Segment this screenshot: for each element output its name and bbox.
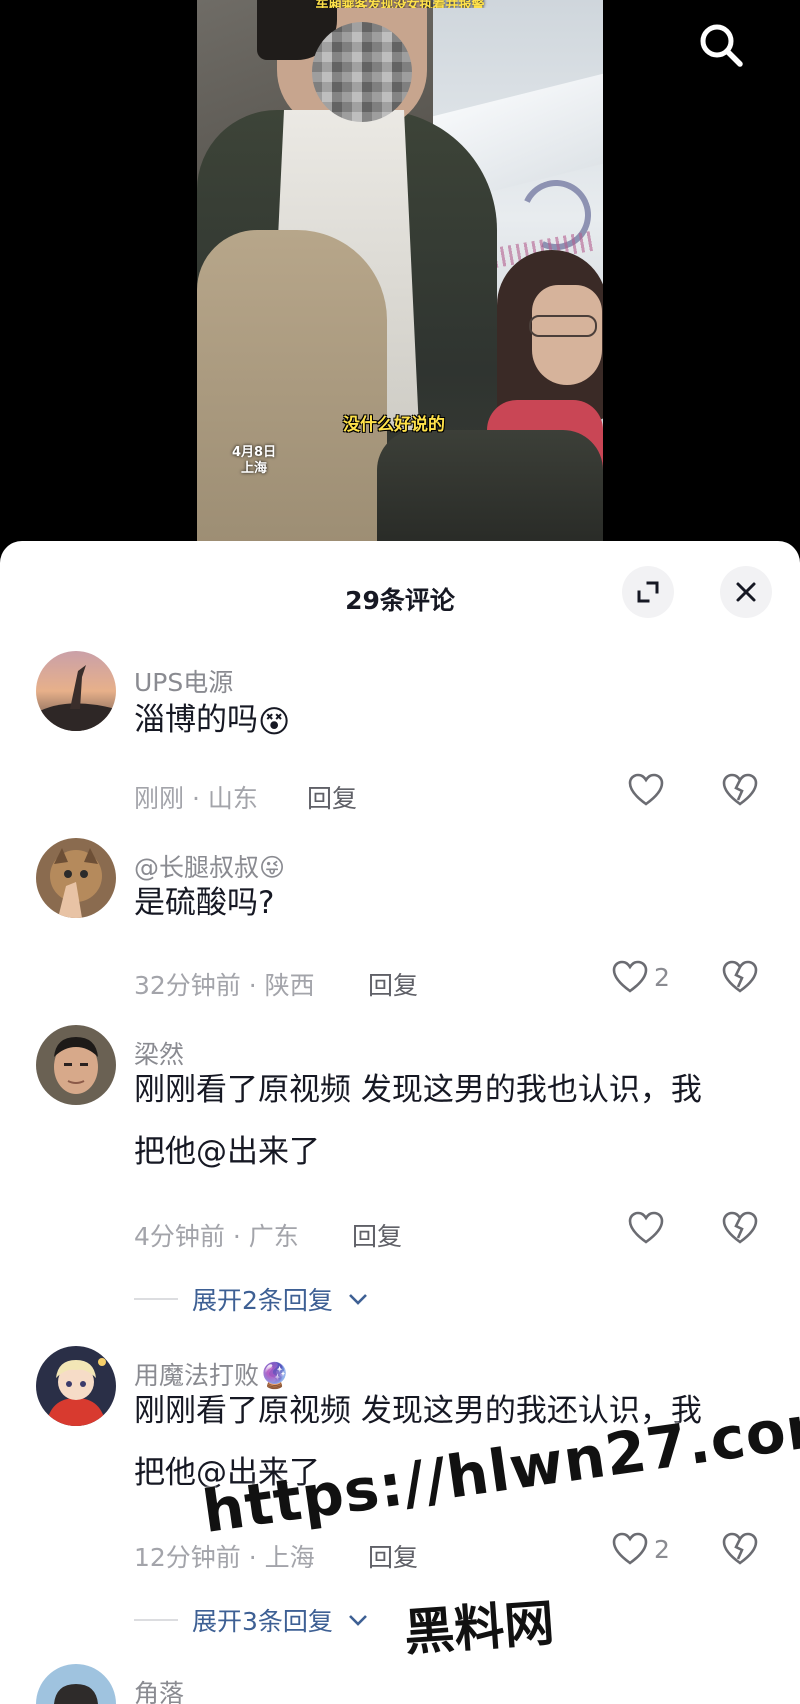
broken-heart-icon — [722, 960, 758, 993]
avatar-image — [36, 1025, 116, 1105]
dislike-button[interactable] — [722, 773, 758, 811]
comment-text-line: 刚刚看了原视频 发现这男的我也认识，我 — [134, 1072, 702, 1108]
reply-button[interactable]: 回复 — [368, 966, 418, 1002]
like-button[interactable] — [628, 773, 670, 807]
like-button[interactable]: 2 — [612, 1532, 670, 1566]
broken-heart-icon — [722, 1532, 758, 1565]
foreground-person — [197, 230, 387, 545]
comment-item: 梁然 刚刚看了原视频 发现这男的我也认识，我 把他@出来了 4分钟前 · 广东 … — [0, 1025, 800, 1325]
comments-count-title: 29条评论 — [345, 586, 455, 615]
comment-item: 角落 — [0, 1664, 800, 1704]
video-date-stamp: 4月8日 上海 — [232, 445, 276, 477]
location-text: 上海 — [241, 461, 268, 476]
video-player[interactable]: 车厢乘客发现没女执着并报警 没什么好说的 4月8日 上海 — [0, 0, 800, 560]
avatar[interactable] — [36, 1025, 116, 1105]
reply-button[interactable]: 回复 — [368, 1538, 418, 1574]
like-button[interactable] — [628, 1211, 670, 1245]
like-count: 2 — [654, 962, 670, 992]
expand-replies-label: 展开2条回复 — [192, 1286, 333, 1315]
comment-item: UPS电源 淄博的吗😵 刚刚 · 山东 回复 — [0, 651, 800, 821]
woman-glasses — [529, 315, 597, 337]
date-text: 4月8日 — [232, 445, 277, 460]
avatar[interactable] — [36, 1664, 116, 1704]
chevron-down-icon — [348, 1615, 367, 1626]
avatar[interactable] — [36, 651, 116, 731]
watermark-site-name: 黑料网 — [402, 1593, 557, 1663]
like-button[interactable]: 2 — [612, 960, 670, 994]
heart-icon — [628, 773, 664, 806]
search-button[interactable] — [690, 14, 752, 76]
dislike-button[interactable] — [722, 1211, 758, 1249]
avatar[interactable] — [36, 1346, 116, 1426]
avatar-image — [36, 1664, 116, 1704]
comment-meta: 刚刚 · 山东 — [134, 784, 258, 813]
expand-replies-button[interactable]: 展开3条回复 — [134, 1602, 369, 1638]
chevron-down-icon — [348, 1294, 367, 1305]
dizzy-face-emoji: 😵 — [258, 703, 291, 740]
heart-icon — [612, 1532, 648, 1565]
avatar-image — [36, 1346, 116, 1426]
reply-button[interactable]: 回复 — [307, 779, 357, 815]
comments-header: 29条评论 — [0, 541, 800, 651]
dislike-button[interactable] — [722, 1532, 758, 1570]
comment-text: 是硫酸吗? — [134, 885, 275, 921]
comment-text: 刚刚看了原视频 发现这男的我也认识，我 把他@出来了 — [134, 1059, 774, 1183]
broken-heart-icon — [722, 1211, 758, 1244]
comment-username[interactable]: 角落 — [134, 1674, 184, 1704]
expand-replies-label: 展开3条回复 — [192, 1607, 333, 1636]
pixelated-face — [312, 22, 412, 122]
reply-button[interactable]: 回复 — [352, 1217, 402, 1253]
comments-sheet: 29条评论 UPS电源 淄博的吗😵 刚刚 · 山东 回复 @长腿叔叔😜 是硫酸吗… — [0, 541, 800, 1704]
video-subtitle: 没什么好说的 — [343, 415, 445, 435]
comment-text-line: 把他@出来了 — [134, 1134, 320, 1170]
close-icon — [736, 582, 756, 602]
expand-button[interactable] — [622, 566, 674, 618]
expand-icon — [637, 581, 659, 603]
man-arm — [377, 430, 603, 545]
search-icon — [700, 24, 743, 67]
comment-meta: 32分钟前 · 陕西 — [134, 971, 315, 1000]
avatar[interactable] — [36, 838, 116, 918]
dislike-button[interactable] — [722, 960, 758, 998]
like-count: 2 — [654, 1534, 670, 1564]
divider — [134, 1298, 178, 1300]
expand-replies-button[interactable]: 展开2条回复 — [134, 1281, 369, 1317]
comment-item: @长腿叔叔😜 是硫酸吗? 32分钟前 · 陕西 回复 2 — [0, 838, 800, 1008]
comment-text-body: 淄博的吗 — [134, 702, 258, 738]
heart-icon — [612, 960, 648, 993]
broken-heart-icon — [722, 773, 758, 806]
avatar-image — [36, 838, 116, 918]
avatar-image — [36, 651, 116, 731]
heart-icon — [628, 1211, 664, 1244]
comment-meta: 4分钟前 · 广东 — [134, 1222, 299, 1251]
video-caption: 车厢乘客发现没女执着并报警 — [315, 0, 485, 8]
divider — [134, 1619, 178, 1621]
close-button[interactable] — [720, 566, 772, 618]
comment-text: 淄博的吗😵 — [134, 689, 774, 753]
